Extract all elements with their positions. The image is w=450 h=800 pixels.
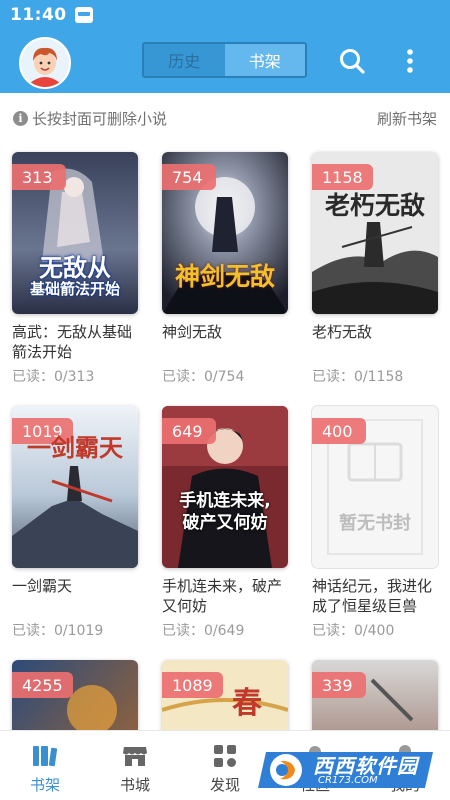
avatar-icon — [21, 39, 69, 87]
book-cover[interactable]: 313 无敌从 基础箭法开始 — [12, 152, 138, 314]
nav-label: 发现 — [209, 776, 240, 794]
cover-subtitle: 基础箭法开始 — [29, 280, 120, 298]
tab-history[interactable]: 历史 — [144, 44, 225, 76]
notification-icon — [74, 7, 93, 23]
book-title: 一剑霸天 — [12, 577, 73, 595]
chapter-count-badge: 400 — [312, 418, 366, 444]
more-button[interactable] — [395, 44, 425, 78]
watermark-subtext: CR173.COM — [318, 775, 378, 786]
chapter-count-badge: 1089 — [162, 672, 223, 698]
book-title: 神话纪元，我进化成了恒星级巨兽 — [312, 577, 433, 615]
nav-discover[interactable]: 发现 — [180, 731, 270, 800]
book-card[interactable]: 1158 老朽无敌 老朽无敌 已读：0/1158 — [312, 152, 438, 386]
book-cover[interactable]: 1019 一剑霸天 — [12, 406, 138, 568]
bookshelf-icon — [33, 746, 58, 767]
read-progress: 已读：0/313 — [12, 369, 95, 385]
no-cover-label: 暂无书封 — [339, 513, 411, 534]
book-cover[interactable]: 1158 老朽无敌 — [312, 152, 438, 314]
cover-title: 春 — [232, 686, 262, 721]
book-card[interactable]: 649 手机连未来, 破产又何妨 手机连未来，破产又何妨 已读：0/649 — [162, 406, 288, 640]
chapter-count-badge: 754 — [162, 164, 216, 190]
hint-text: 长按封面可删除小说 — [32, 109, 168, 128]
search-button[interactable] — [337, 44, 367, 78]
nav-label: 书城 — [119, 776, 150, 794]
book-cover[interactable]: 400 暂无书封 — [312, 406, 438, 568]
search-icon — [340, 49, 365, 74]
book-card[interactable]: 400 暂无书封 神话纪元，我进化成了恒星级巨兽 已读：0/400 — [312, 406, 438, 640]
cover-subtitle: 破产又何妨 — [182, 513, 268, 533]
store-icon — [123, 747, 147, 766]
book-card[interactable]: 1019 一剑霸天 一剑霸天 已读：0/1019 — [12, 406, 138, 640]
book-cover[interactable]: 754 神剑无敌 — [162, 152, 288, 314]
refresh-bookshelf-button[interactable]: 刷新书架 — [377, 108, 437, 129]
hint: i 长按封面可删除小说 — [13, 108, 167, 129]
chapter-count-badge: 4255 — [12, 672, 73, 698]
read-progress: 已读：0/400 — [312, 623, 395, 639]
nav-bookshelf[interactable]: 书架 — [0, 731, 90, 800]
status-bar: 11:40 — [0, 0, 450, 30]
more-vertical-icon — [407, 49, 413, 73]
read-progress: 已读：0/1019 — [12, 623, 104, 639]
tab-bookshelf[interactable]: 书架 — [224, 44, 305, 76]
app-header: 历史 书架 — [0, 30, 450, 93]
info-bar: i 长按封面可删除小说 刷新书架 — [0, 103, 450, 133]
book-card[interactable]: 754 神剑无敌 神剑无敌 已读：0/754 — [162, 152, 288, 386]
status-time: 11:40 — [10, 5, 67, 25]
cover-title: 一剑霸天 — [27, 434, 123, 462]
chapter-count-badge: 339 — [312, 672, 366, 698]
book-title: 神剑无敌 — [162, 323, 223, 341]
book-title: 高武：无敌从基础箭法开始 — [12, 323, 133, 361]
nav-store[interactable]: 书城 — [90, 731, 180, 800]
avatar[interactable] — [19, 37, 71, 89]
read-progress: 已读：0/754 — [162, 369, 245, 385]
discover-icon — [214, 745, 236, 767]
cover-title: 老朽无敌 — [324, 191, 425, 220]
book-card[interactable]: 313 无敌从 基础箭法开始 高武：无敌从基础箭法开始 已读：0/313 — [12, 152, 138, 386]
info-icon: i — [13, 110, 28, 126]
read-progress: 已读：0/649 — [162, 623, 245, 639]
read-progress: 已读：0/1158 — [312, 369, 404, 385]
chapter-count-badge: 649 — [162, 418, 216, 444]
book-cover[interactable]: 649 手机连未来, 破产又何妨 — [162, 406, 288, 568]
book-title: 手机连未来，破产又何妨 — [162, 577, 283, 615]
watermark-logo: 西西软件园 CR173.COM — [258, 748, 433, 792]
cover-title: 神剑无敌 — [174, 262, 275, 291]
book-title: 老朽无敌 — [312, 323, 373, 341]
nav-label: 书架 — [29, 776, 60, 794]
chapter-count-badge: 313 — [12, 164, 66, 190]
tab-switcher: 历史 书架 — [142, 42, 307, 78]
